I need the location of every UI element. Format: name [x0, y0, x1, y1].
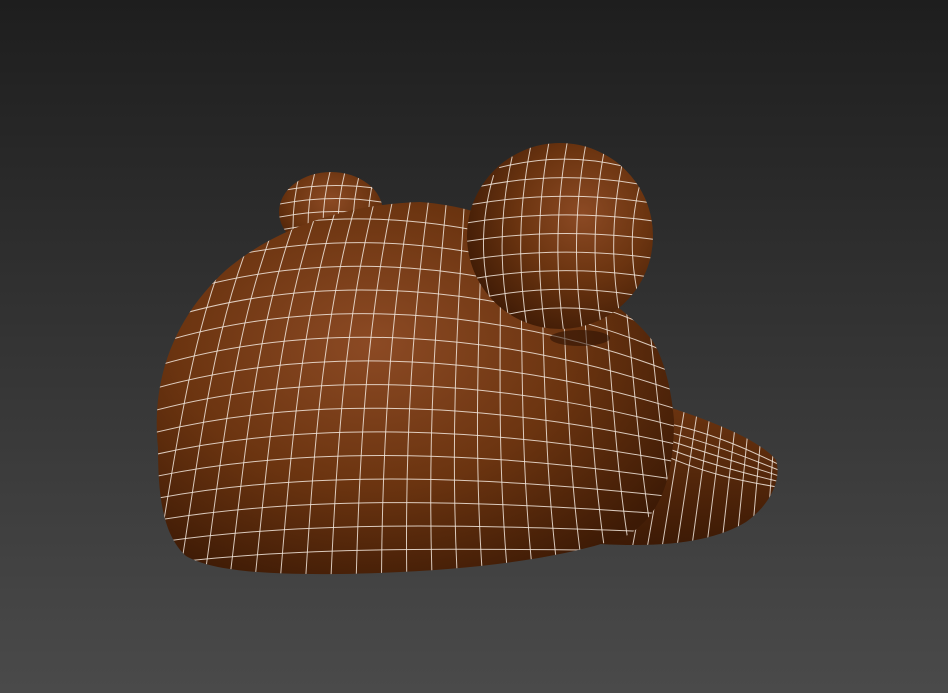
- 3d-viewport[interactable]: [0, 0, 948, 693]
- viewport-canvas[interactable]: [0, 0, 948, 693]
